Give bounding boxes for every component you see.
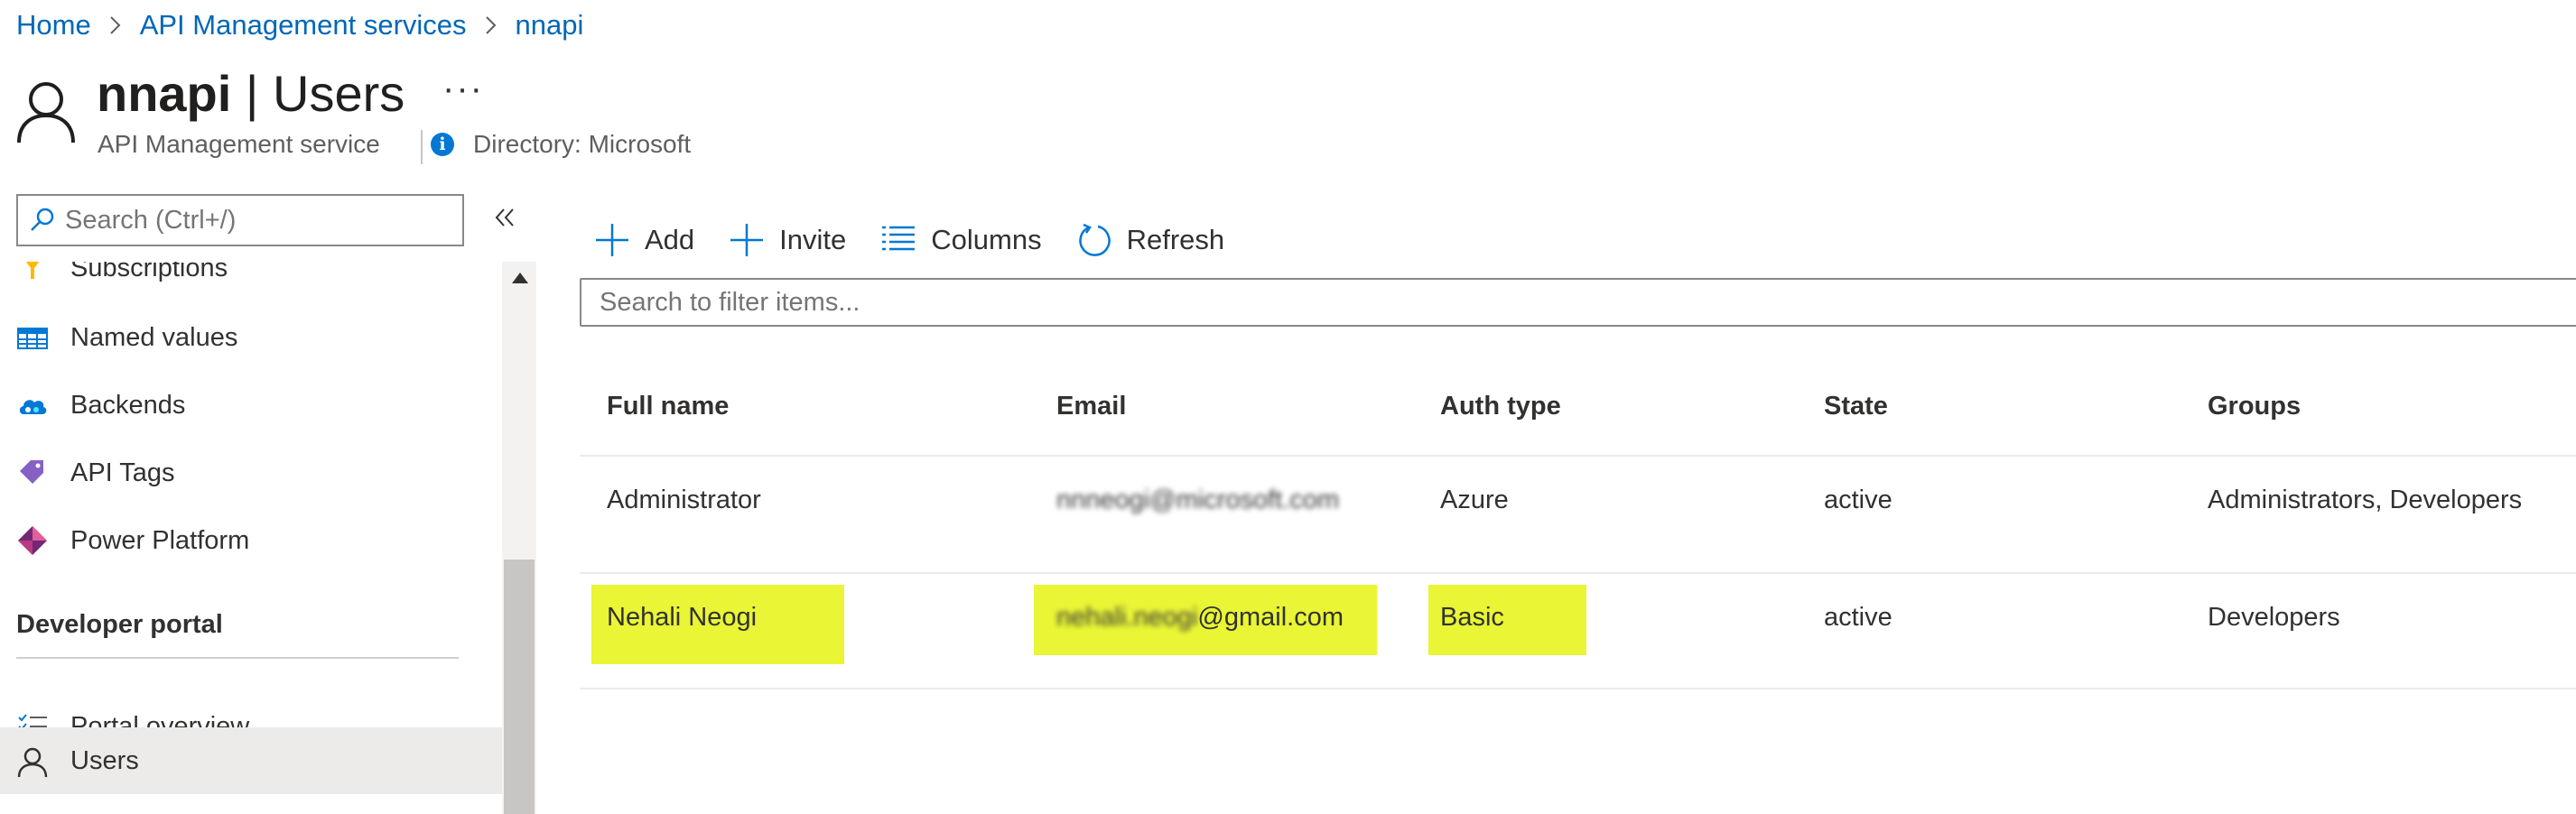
- search-icon: [31, 208, 54, 231]
- user-icon: [17, 747, 48, 778]
- sidebar-scrollbar-thumb[interactable]: [504, 560, 535, 814]
- breadcrumb-apim-services-link[interactable]: API Management services: [140, 9, 467, 42]
- cell-groups: Administrators, Developers: [2208, 486, 2523, 514]
- columns-icon: [882, 226, 916, 251]
- breadcrumb: Home API Management services nnapi: [16, 5, 583, 45]
- cell-state: active: [1824, 603, 1892, 632]
- columns-button-label: Columns: [931, 224, 1042, 255]
- cloud-icon: [19, 400, 47, 414]
- sidebar-item-backends[interactable]: Backends: [0, 372, 502, 439]
- cell-full-name[interactable]: Nehali Neogi: [607, 603, 757, 633]
- row-divider-line: [580, 572, 2576, 574]
- header-divider: [421, 130, 423, 164]
- sidebar-item-label: Power Platform: [70, 525, 250, 555]
- page-title: nnapi | Users: [97, 65, 405, 123]
- sidebar-item-label: Subscriptions: [70, 262, 228, 282]
- resource-name: nnapi: [97, 65, 232, 122]
- info-icon: i: [431, 133, 454, 156]
- collapse-sidebar-icon[interactable]: [493, 206, 516, 229]
- sidebar-item-api-tags[interactable]: API Tags: [0, 439, 502, 506]
- scroll-up-arrow-icon[interactable]: [512, 273, 528, 283]
- sidebar-nav: Subscriptions Named values Backends API …: [0, 262, 502, 814]
- row-divider-line: [580, 688, 2576, 689]
- cell-full-name[interactable]: Administrator: [607, 486, 761, 515]
- redacted-email: nnneogi@microsoft.com: [1056, 486, 1340, 514]
- key-icon: [25, 262, 40, 279]
- filter-input[interactable]: [581, 280, 2576, 325]
- chevron-right-icon: [483, 14, 499, 37]
- user-icon: [17, 82, 75, 143]
- refresh-button[interactable]: Refresh: [1076, 222, 1225, 258]
- sidebar-item-named-values[interactable]: Named values: [0, 304, 502, 371]
- power-platform-icon: [18, 526, 47, 555]
- cell-state: active: [1824, 486, 1892, 514]
- table-icon: [17, 328, 48, 349]
- columns-button[interactable]: Columns: [880, 222, 1042, 258]
- cell-email: nehali.neogi@gmail.com: [1056, 603, 1344, 633]
- invite-button[interactable]: Invite: [729, 222, 846, 258]
- invite-button-label: Invite: [779, 224, 847, 255]
- more-options-button[interactable]: ···: [442, 69, 484, 109]
- breadcrumb-home-link[interactable]: Home: [16, 9, 91, 42]
- header-divider-line: [580, 455, 2576, 457]
- title-separator: |: [231, 65, 273, 122]
- refresh-icon: [1078, 223, 1111, 256]
- section-divider: [16, 657, 459, 659]
- command-bar: Add Invite Columns Refresh: [594, 213, 1259, 267]
- column-header-auth-type[interactable]: Auth type: [1440, 392, 1561, 421]
- add-button[interactable]: Add: [594, 222, 694, 258]
- resource-subtitle: API Management service: [98, 130, 380, 158]
- refresh-button-label: Refresh: [1126, 224, 1225, 255]
- redacted-email: nehali.neogi: [1056, 603, 1198, 632]
- breadcrumb-nnapi-link[interactable]: nnapi: [516, 9, 584, 42]
- page-name: Users: [273, 65, 405, 122]
- sidebar-search-input[interactable]: [65, 205, 444, 236]
- sidebar-item-label: Named values: [70, 322, 238, 352]
- sidebar-search-box[interactable]: [16, 194, 464, 246]
- sidebar-item-users[interactable]: Users: [0, 727, 502, 794]
- cell-auth-type: Azure: [1440, 486, 1509, 514]
- sidebar-item-power-platform[interactable]: Power Platform: [0, 507, 502, 574]
- sidebar-item-label: Backends: [70, 390, 186, 420]
- directory-label: Directory: Microsoft: [473, 130, 692, 158]
- chevron-right-icon: [107, 14, 124, 37]
- cell-email: nnneogi@microsoft.com: [1056, 486, 1339, 515]
- sidebar-item-label: API Tags: [70, 458, 175, 487]
- sidebar-item-label: Users: [70, 745, 139, 775]
- column-header-state[interactable]: State: [1824, 392, 1888, 421]
- cell-groups: Developers: [2208, 603, 2340, 632]
- filter-box[interactable]: [580, 278, 2576, 327]
- add-button-label: Add: [645, 224, 695, 255]
- email-domain: @gmail.com: [1197, 603, 1344, 632]
- cell-auth-type: Basic: [1440, 603, 1504, 632]
- plus-icon: [730, 224, 764, 256]
- section-title-developer-portal: Developer portal: [16, 610, 223, 639]
- column-header-email[interactable]: Email: [1056, 392, 1126, 421]
- column-header-groups[interactable]: Groups: [2208, 392, 2301, 421]
- sidebar-item-subscriptions[interactable]: Subscriptions: [0, 262, 502, 301]
- tag-icon: [20, 460, 43, 484]
- plus-icon: [596, 224, 628, 256]
- column-header-full-name[interactable]: Full name: [607, 392, 729, 421]
